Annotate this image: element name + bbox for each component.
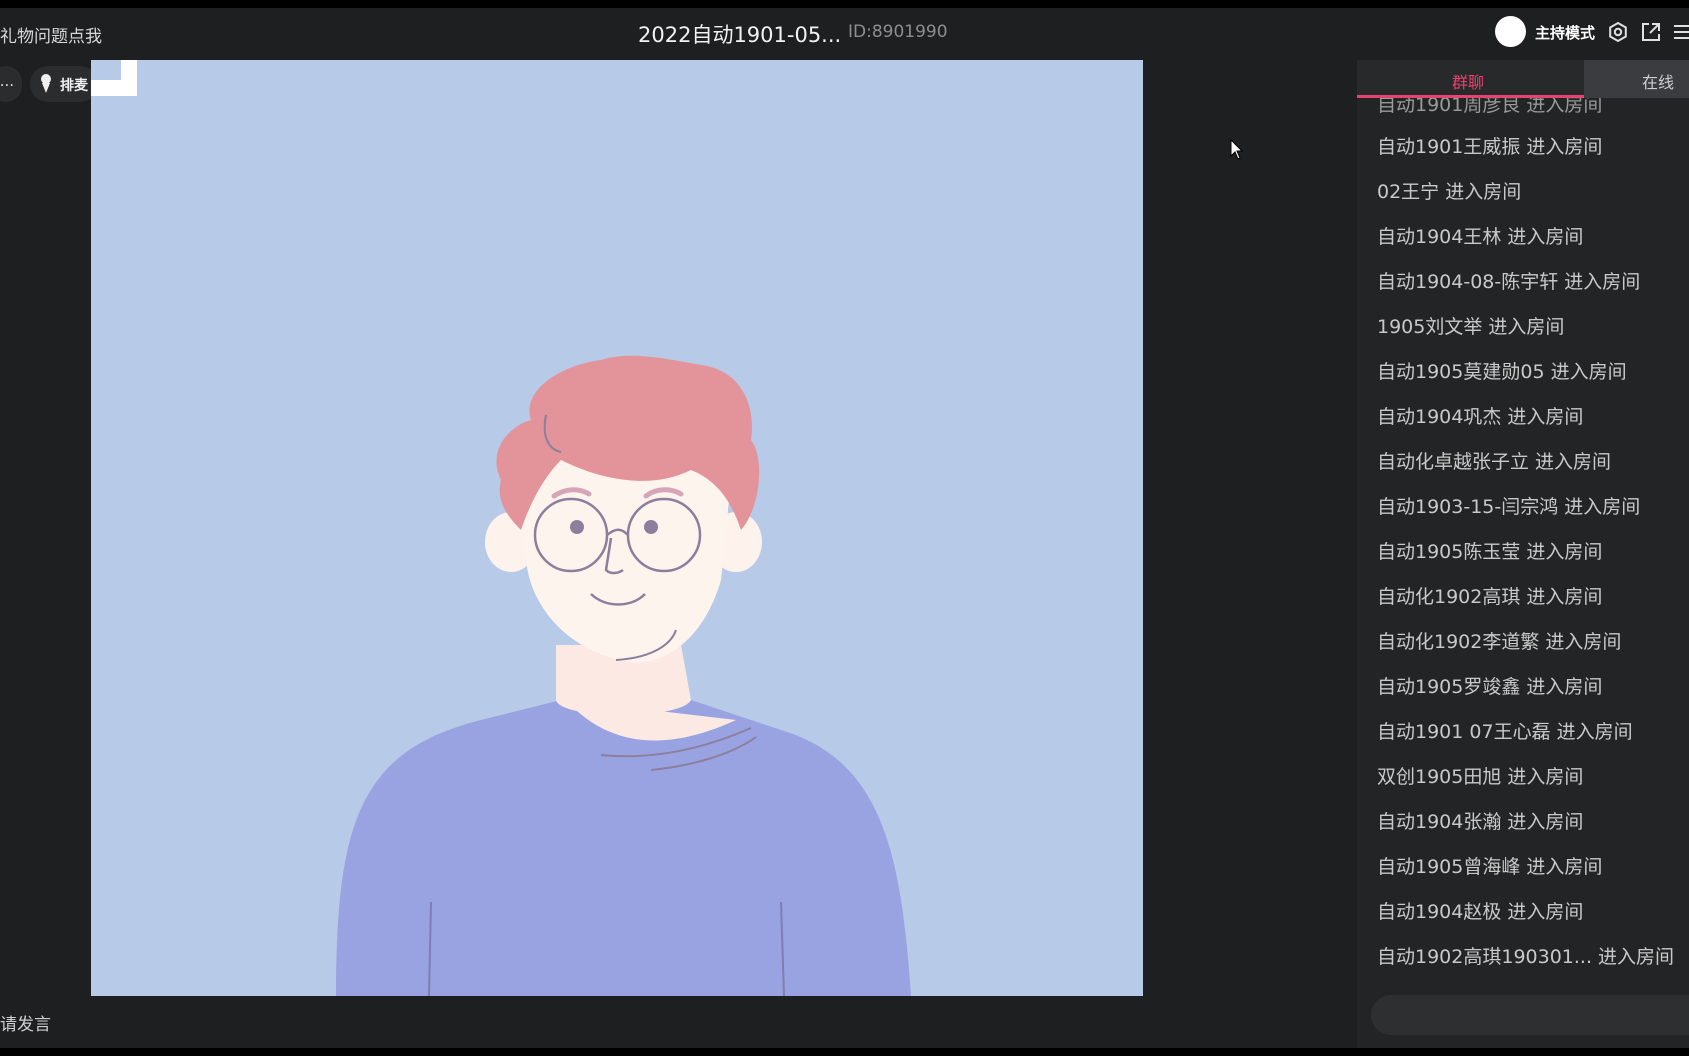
side-panel: 群聊 在线 自动1901周彦良 进入房间 自动1901王威振 进入房间 02王宁… <box>1357 60 1689 1048</box>
chat-message: 自动1904-08-陈宇轩 进入房间 <box>1377 271 1641 293</box>
chat-message: 自动1904王林 进入房间 <box>1377 226 1584 248</box>
tab-online[interactable]: 在线 <box>1584 60 1689 98</box>
top-bar: 礼物问题点我 2022自动1901-05... ID:8901990 主持模式 <box>0 8 1689 59</box>
more-label: ... <box>0 72 14 90</box>
chat-message: 自动1904张瀚 进入房间 <box>1377 811 1584 833</box>
chat-input[interactable] <box>1371 995 1689 1035</box>
chat-message: 自动1901 07王心磊 进入房间 <box>1377 721 1633 743</box>
chat-message: 1905刘文举 进入房间 <box>1377 316 1565 338</box>
resize-handle-icon[interactable] <box>91 60 137 96</box>
chat-message: 双创1905田旭 进入房间 <box>1377 766 1584 788</box>
room-id: ID:8901990 <box>848 22 948 42</box>
chat-message-list[interactable]: 自动1901周彦良 进入房间 自动1901王威振 进入房间 02王宁 进入房间 … <box>1357 98 1689 998</box>
settings-icon[interactable] <box>1607 21 1629 43</box>
chat-message: 自动1905陈玉莹 进入房间 <box>1377 541 1603 563</box>
chat-message: 自动化卓越张子立 进入房间 <box>1377 451 1612 473</box>
host-mode-button[interactable]: 主持模式 <box>1535 22 1595 43</box>
chat-message: 自动1905罗竣鑫 进入房间 <box>1377 676 1603 698</box>
speak-hint: 请发言 <box>0 1015 51 1035</box>
microphone-icon <box>41 74 51 93</box>
external-link-icon[interactable] <box>1640 21 1662 43</box>
chat-message: 自动化1902高琪 进入房间 <box>1377 586 1603 608</box>
tab-online-label: 在线 <box>1642 73 1675 92</box>
chat-message: 自动1905莫建勋05 进入房间 <box>1377 361 1627 383</box>
chat-message: 自动化1902李道繁 进入房间 <box>1377 631 1622 653</box>
gift-help-link[interactable]: 礼物问题点我 <box>0 22 102 47</box>
menu-icon[interactable] <box>1672 21 1689 43</box>
chat-message: 自动1905曾海峰 进入房间 <box>1377 856 1603 878</box>
chat-message: 自动1904赵极 进入房间 <box>1377 901 1584 923</box>
mic-queue-label: 排麦 <box>60 78 88 94</box>
chat-message: 自动1902高琪190301... 进入房间 <box>1377 946 1675 968</box>
chat-message: 自动1903-15-闫宗鸿 进入房间 <box>1377 496 1641 518</box>
chat-message: 自动1904巩杰 进入房间 <box>1377 406 1584 428</box>
avatar-illustration <box>336 355 911 996</box>
host-avatar[interactable] <box>1495 16 1526 47</box>
more-button[interactable]: ... <box>0 66 22 102</box>
mic-queue-button[interactable]: 排麦 <box>30 66 98 102</box>
tab-group-chat-label: 群聊 <box>1452 73 1485 92</box>
panel-tabs: 群聊 在线 <box>1357 60 1689 98</box>
video-stream[interactable] <box>91 60 1143 996</box>
chat-message: 02王宁 进入房间 <box>1377 181 1522 203</box>
tab-group-chat[interactable]: 群聊 <box>1357 60 1584 98</box>
chat-message: 自动1901王威振 进入房间 <box>1377 136 1603 158</box>
chat-message: 自动1901周彦良 进入房间 <box>1377 98 1603 116</box>
room-title: 2022自动1901-05... <box>638 23 842 47</box>
live-room-window: 礼物问题点我 2022自动1901-05... ID:8901990 主持模式 … <box>0 8 1689 1048</box>
mouse-cursor-icon <box>1230 139 1244 160</box>
